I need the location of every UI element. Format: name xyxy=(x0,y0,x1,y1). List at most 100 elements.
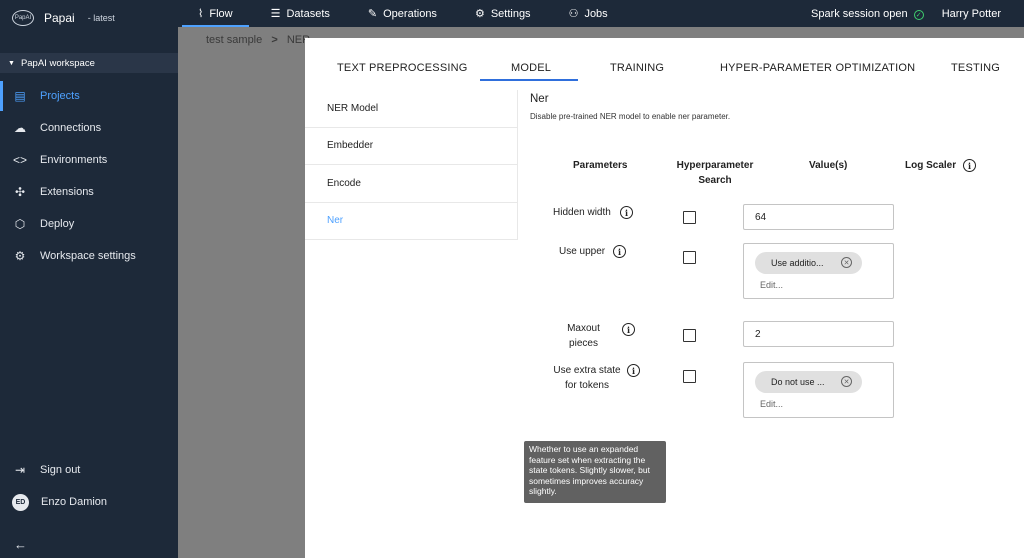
wrench-icon: ✎ xyxy=(367,8,378,20)
edit-placeholder[interactable]: Edit... xyxy=(760,280,783,290)
sidebar-bottom: ⇥ Sign out ED Enzo Damion xyxy=(0,454,178,518)
sidebar-item-label: Extensions xyxy=(40,186,94,198)
menu-item-encode[interactable]: Encode xyxy=(305,165,517,203)
selected-chip[interactable]: Do not use ... ✕ xyxy=(755,371,862,393)
menu-item-ner-model[interactable]: NER Model xyxy=(305,90,517,128)
puzzle-icon: ✣ xyxy=(14,185,26,199)
sidebar-item-extensions[interactable]: ✣ Extensions xyxy=(0,176,178,208)
info-icon[interactable]: i xyxy=(627,364,640,377)
avatar: ED xyxy=(12,493,29,511)
tab-testing[interactable]: TESTING xyxy=(951,62,1000,74)
hidden-width-input[interactable]: 64 xyxy=(743,204,894,230)
chevron-right-icon: > xyxy=(271,34,278,46)
column-header-hyper-line2: Search xyxy=(698,175,732,186)
caret-down-icon: ▼ xyxy=(8,59,15,67)
gear-icon: ⚙ xyxy=(474,8,485,20)
param-label-line2: pieces xyxy=(569,338,598,349)
tab-label: Operations xyxy=(383,7,437,20)
extra-state-select[interactable]: Do not use ... ✕ Edit... xyxy=(743,362,894,418)
active-tab-indicator xyxy=(480,79,578,81)
param-label-line2: for tokens xyxy=(565,380,609,391)
extra-state-hyper-checkbox[interactable] xyxy=(683,370,696,383)
param-label-use-upper: Use upper xyxy=(559,246,606,257)
brand[interactable]: PapAI Papai - latest xyxy=(0,0,178,36)
use-upper-hyper-checkbox[interactable] xyxy=(683,251,696,264)
tab-label: Jobs xyxy=(584,7,608,20)
sidebar-item-connections[interactable]: ☁ Connections xyxy=(0,112,178,144)
column-header-log-scaler: Log Scaler xyxy=(905,160,957,171)
section-description: Disable pre-trained NER model to enable … xyxy=(530,112,731,121)
app-version: - latest xyxy=(87,13,115,23)
user-name: Enzo Damion xyxy=(41,496,108,508)
papai-logo-icon: PapAI xyxy=(12,10,34,26)
param-label-line1: Maxout xyxy=(567,323,600,334)
current-user[interactable]: Harry Potter xyxy=(942,8,1001,20)
hidden-width-hyper-checkbox[interactable] xyxy=(683,211,696,224)
info-icon[interactable]: i xyxy=(620,206,633,219)
app-name: Papai xyxy=(44,11,75,25)
sidebar-item-label: Workspace settings xyxy=(40,250,136,262)
model-menu: NER Model Embedder Encode Ner xyxy=(305,90,518,240)
tab-hyper-parameter-optimization[interactable]: HYPER-PARAMETER OPTIMIZATION xyxy=(720,62,915,74)
info-icon[interactable]: i xyxy=(622,323,635,336)
sidebar-item-deploy[interactable]: ⬡ Deploy xyxy=(0,208,178,240)
check-circle-icon: ✓ xyxy=(913,9,924,20)
menu-item-ner[interactable]: Ner xyxy=(305,203,517,240)
sign-out-button[interactable]: ⇥ Sign out xyxy=(0,454,178,486)
cloud-icon: ☁ xyxy=(14,121,26,135)
spark-status-text: Spark session open xyxy=(811,7,908,20)
tooltip: Whether to use an expanded feature set w… xyxy=(524,441,666,503)
tab-flow[interactable]: ⌇ Flow xyxy=(178,0,251,27)
sidebar-item-label: Environments xyxy=(40,154,108,166)
remove-chip-icon[interactable]: ✕ xyxy=(841,257,852,268)
info-icon[interactable]: i xyxy=(963,159,976,172)
flow-icon: ⌇ xyxy=(198,8,204,20)
column-header-hyper-line1: Hyperparameter xyxy=(676,160,754,171)
list-icon: ☰ xyxy=(270,8,281,20)
use-upper-select[interactable]: Use additio... ✕ Edit... xyxy=(743,243,894,299)
tab-model[interactable]: MODEL xyxy=(511,62,551,74)
tab-training[interactable]: TRAINING xyxy=(610,62,664,74)
topbar-right: Spark session open ✓ Harry Potter xyxy=(811,8,1024,20)
sidebar-item-label: Connections xyxy=(40,122,102,134)
sidebar-item-environments[interactable]: <> Environments xyxy=(0,144,178,176)
column-header-values: Value(s) xyxy=(809,160,848,171)
column-header-hyperparameter-search: Hyperparameter Search xyxy=(675,158,755,188)
param-label-maxout-pieces: Maxout pieces xyxy=(561,321,606,351)
maxout-pieces-input[interactable]: 2 xyxy=(743,321,894,347)
edit-placeholder[interactable]: Edit... xyxy=(760,399,783,409)
tab-datasets[interactable]: ☰ Datasets xyxy=(251,0,348,27)
param-label-use-extra-state: Use extra state for tokens xyxy=(549,363,625,393)
param-label-hidden-width: Hidden width xyxy=(553,207,611,218)
info-icon[interactable]: i xyxy=(613,245,626,258)
sidebar-item-label: Projects xyxy=(40,90,80,102)
chip-label: Do not use ... xyxy=(771,377,825,387)
tab-text-preprocessing[interactable]: TEXT PREPROCESSING xyxy=(337,62,468,74)
tab-label: Datasets xyxy=(286,7,330,20)
spark-status: Spark session open ✓ xyxy=(811,8,924,20)
param-label-line1: Use extra state xyxy=(553,365,621,376)
chip-label: Use additio... xyxy=(771,258,824,268)
section-title: Ner xyxy=(530,93,549,105)
tab-operations[interactable]: ✎ Operations xyxy=(348,0,455,27)
sign-out-icon: ⇥ xyxy=(14,463,26,477)
collapse-sidebar-icon[interactable]: ← xyxy=(14,537,27,552)
workspace-label: PapAI workspace xyxy=(20,57,95,69)
menu-item-embedder[interactable]: Embedder xyxy=(305,128,517,165)
sidebar-item-label: Deploy xyxy=(40,218,75,230)
breadcrumb: test sample > NER xyxy=(206,34,310,46)
workspace-selector[interactable]: ▼ PapAI workspace xyxy=(0,53,178,73)
breadcrumb-project[interactable]: test sample xyxy=(206,34,262,46)
sidebar-item-projects[interactable]: ▤ Projects xyxy=(0,80,178,112)
sidebar-item-workspace-settings[interactable]: ⚙ Workspace settings xyxy=(0,240,178,272)
cube-icon: ⬡ xyxy=(14,217,26,231)
user-profile[interactable]: ED Enzo Damion xyxy=(0,486,178,518)
top-nav: ⌇ Flow ☰ Datasets ✎ Operations ⚙ Setting… xyxy=(178,0,1024,27)
sidebar: PapAI Papai - latest ▼ PapAI workspace ▤… xyxy=(0,0,178,558)
remove-chip-icon[interactable]: ✕ xyxy=(841,376,852,387)
tab-jobs[interactable]: ⚇ Jobs xyxy=(549,0,626,27)
tab-settings[interactable]: ⚙ Settings xyxy=(455,0,549,27)
selected-chip[interactable]: Use additio... ✕ xyxy=(755,252,862,274)
projects-icon: ▤ xyxy=(14,89,26,103)
maxout-pieces-hyper-checkbox[interactable] xyxy=(683,329,696,342)
